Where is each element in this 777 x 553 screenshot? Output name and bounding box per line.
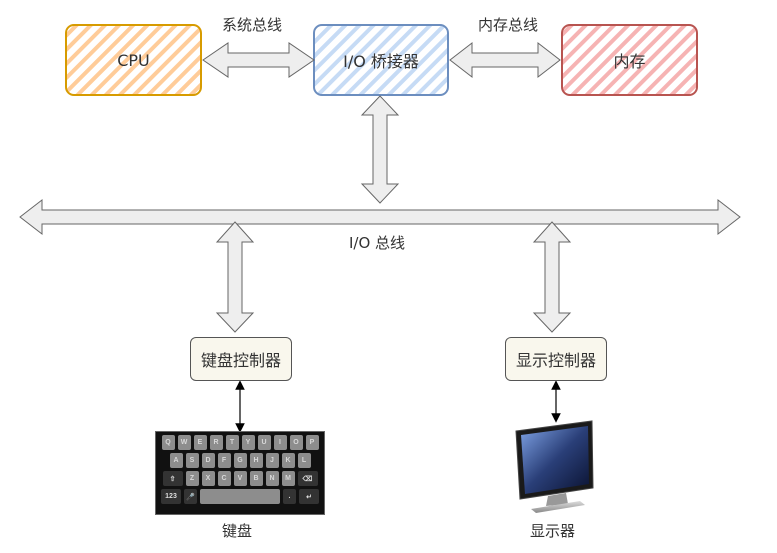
io-bus-label: I/O 总线 bbox=[349, 234, 406, 252]
key: H bbox=[249, 453, 263, 468]
key: P bbox=[305, 435, 319, 450]
key: Z bbox=[185, 471, 199, 486]
space-key bbox=[200, 489, 280, 504]
bridge-io-arrow bbox=[360, 95, 400, 204]
keyboard-controller-box[interactable]: 键盘控制器 bbox=[190, 337, 292, 381]
backspace-key: ⌫ bbox=[297, 471, 318, 486]
io-bus-arrow bbox=[19, 198, 741, 236]
display-controller-box[interactable]: 显示控制器 bbox=[505, 337, 607, 381]
mic-key: 🎤 bbox=[184, 489, 197, 504]
cpu-label: CPU bbox=[117, 50, 150, 70]
key: R bbox=[209, 435, 223, 450]
keyboard-label: 键盘 bbox=[222, 522, 253, 540]
key: D bbox=[201, 453, 215, 468]
keyboard-icon: Q W E R T Y U I O P A S D F G H J K L ⇧ … bbox=[155, 431, 325, 515]
key: O bbox=[289, 435, 303, 450]
keyboard-row: Q W E R T Y U I O P bbox=[160, 435, 320, 450]
memory-bus-label: 内存总线 bbox=[478, 16, 539, 34]
memory-bus-arrow bbox=[449, 41, 561, 79]
memory-label: 内存 bbox=[613, 52, 646, 71]
key: S bbox=[185, 453, 199, 468]
key: M bbox=[281, 471, 295, 486]
key: V bbox=[233, 471, 247, 486]
key: T bbox=[225, 435, 239, 450]
keyboard-row: 123 🎤 . ↵ bbox=[160, 489, 320, 504]
system-bus-arrow bbox=[202, 42, 315, 78]
period-key: . bbox=[283, 489, 296, 504]
key: K bbox=[281, 453, 295, 468]
key: W bbox=[177, 435, 191, 450]
io-keyboard-arrow bbox=[215, 221, 255, 333]
shift-key: ⇧ bbox=[162, 471, 183, 486]
keyboard-row: ⇧ Z X C V B N M ⌫ bbox=[160, 471, 320, 486]
enter-key: ↵ bbox=[299, 489, 319, 504]
io-display-arrow bbox=[532, 221, 572, 333]
key: X bbox=[201, 471, 215, 486]
key: I bbox=[273, 435, 287, 450]
key: A bbox=[169, 453, 183, 468]
key: B bbox=[249, 471, 263, 486]
key: U bbox=[257, 435, 271, 450]
io-bridge-label: I/O 桥接器 bbox=[343, 52, 419, 71]
monitor-label: 显示器 bbox=[530, 522, 576, 540]
system-bus-label: 系统总线 bbox=[222, 16, 283, 34]
key: Q bbox=[161, 435, 175, 450]
keyboard-row: A S D F G H J K L bbox=[160, 453, 320, 468]
key: C bbox=[217, 471, 231, 486]
key: E bbox=[193, 435, 207, 450]
key: F bbox=[217, 453, 231, 468]
key: L bbox=[297, 453, 311, 468]
key: G bbox=[233, 453, 247, 468]
monitor-icon bbox=[515, 420, 594, 513]
key: N bbox=[265, 471, 279, 486]
key: J bbox=[265, 453, 279, 468]
key: Y bbox=[241, 435, 255, 450]
numbers-key: 123 bbox=[161, 489, 181, 504]
